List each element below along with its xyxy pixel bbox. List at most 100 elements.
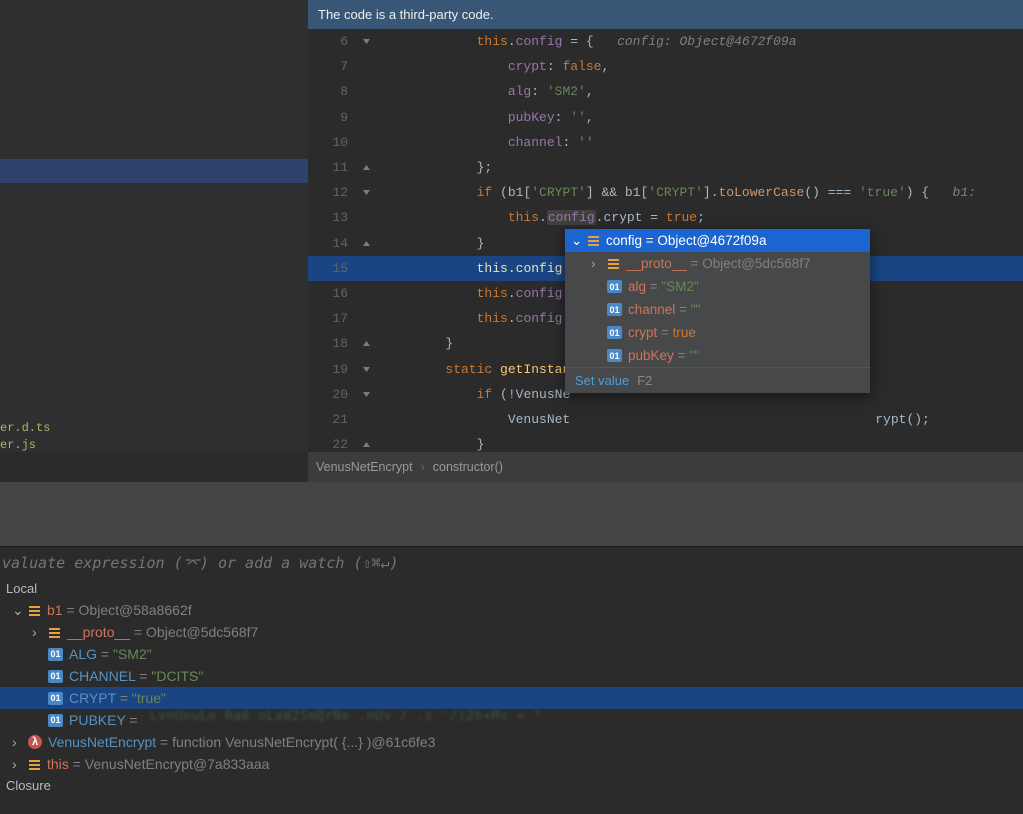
gutter-line[interactable]: 21 [308,407,383,432]
fold-open-icon[interactable] [350,37,383,46]
object-icon [587,234,600,247]
popup-property-row[interactable]: 01channel = "" [565,298,870,321]
debug-toolbar-strip [0,482,1023,546]
line-number: 14 [308,236,350,251]
gutter-line[interactable]: 13 [308,205,383,230]
gutter[interactable]: 6 7 8 9 10 11 12 13 14 15 16 17 18 19 20 21 22 [308,29,383,452]
line-number: 20 [308,387,350,402]
gutter-line[interactable]: 7 [308,54,383,79]
project-panel-highlight [0,159,308,183]
primitive-icon: 01 [607,280,622,293]
project-files[interactable]: er.d.ts er.js [0,420,50,454]
line-number: 21 [308,412,350,427]
line-number: 6 [308,34,350,49]
line-number: 7 [308,59,350,74]
fold-open-icon[interactable] [350,188,383,197]
gutter-line[interactable]: 9 [308,105,383,130]
popup-root-row[interactable]: ⌄ config = Object@4672f09a [565,229,870,252]
variable-row-pubkey[interactable]: 01 PUBKEY = LvnUnuLo Ra0 nLaW2SmQrNe .nU… [0,709,1023,731]
breadcrumb[interactable]: VenusNetEncrypt › constructor() [308,452,1023,482]
line-number: 8 [308,84,350,99]
gutter-line[interactable]: 8 [308,79,383,104]
gutter-line[interactable]: 6 [308,29,383,54]
file-item[interactable]: er.js [0,437,50,454]
object-icon [28,604,41,617]
line-number: 9 [308,110,350,125]
gutter-line[interactable]: 19 [308,356,383,381]
line-number: 18 [308,336,350,351]
chevron-down-icon[interactable]: ⌄ [12,602,22,619]
popup-proto-row[interactable]: › __proto__ = Object@5dc568f7 [565,252,870,275]
primitive-icon: 01 [48,648,63,661]
object-icon [48,626,61,639]
variable-row[interactable]: 01CRYPT = "true" [0,687,1023,709]
project-panel [0,0,308,452]
debug-variables-panel[interactable]: Local ⌄ b1 = Object@58a8662f › __proto__… [0,578,1023,814]
gutter-line[interactable]: 20 [308,382,383,407]
chevron-right-icon[interactable]: › [12,734,22,750]
gutter-line[interactable]: 16 [308,281,383,306]
gutter-line[interactable]: 11 [308,155,383,180]
gutter-line[interactable]: 18 [308,331,383,356]
gutter-line[interactable]: 14 [308,231,383,256]
popup-property-row[interactable]: 01alg = "SM2" [565,275,870,298]
primitive-icon: 01 [48,692,63,705]
line-number: 16 [308,286,350,301]
variable-row[interactable]: › λ VenusNetEncrypt = function VenusNetE… [0,731,1023,753]
fold-open-icon[interactable] [350,365,383,374]
breadcrumb-item[interactable]: constructor() [433,460,503,474]
primitive-icon: 01 [48,670,63,683]
fold-close-icon[interactable] [350,440,383,449]
variables-scope-header: Closure [0,775,1023,796]
variable-row[interactable]: ⌄ b1 = Object@58a8662f [0,599,1023,621]
variables-scope-header: Local [0,578,1023,599]
primitive-icon: 01 [607,326,622,339]
watch-bar[interactable] [0,546,1023,580]
gutter-line[interactable]: 15 [308,256,383,281]
gutter-line[interactable]: 17 [308,306,383,331]
gutter-line[interactable]: 10 [308,130,383,155]
variable-row[interactable]: 01ALG = "SM2" [0,643,1023,665]
breadcrumb-item[interactable]: VenusNetEncrypt [316,460,413,474]
blurred-value: LvnUnuLo Ra0 nLaW2SmQrNe .nUv / .i '/i26… [0,709,1023,724]
popup-property-row[interactable]: 01pubKey = "" [565,344,870,367]
code-line[interactable]: VenusNetrypt(); [383,407,1023,432]
code-line[interactable]: }; [383,155,1023,180]
file-item[interactable]: er.d.ts [0,420,50,437]
keyboard-shortcut: F2 [637,373,652,388]
evaluate-expression-input[interactable] [0,553,1023,573]
code-line[interactable]: channel: '' [383,130,1023,155]
chevron-right-icon: › [421,460,425,474]
gutter-line[interactable]: 12 [308,180,383,205]
variable-row[interactable]: 01CHANNEL = "DCITS" [0,665,1023,687]
lambda-icon: λ [28,735,42,749]
code-line[interactable]: alg: 'SM2', [383,79,1023,104]
variable-row[interactable]: › this = VenusNetEncrypt@7a833aaa [0,753,1023,775]
fold-open-icon[interactable] [350,390,383,399]
chevron-right-icon[interactable]: › [12,756,22,772]
chevron-right-icon[interactable]: › [591,256,601,271]
popup-footer[interactable]: Set value F2 [565,367,870,393]
variable-row[interactable]: › __proto__ = Object@5dc568f7 [0,621,1023,643]
third-party-banner: The code is a third-party code. [308,0,1023,29]
fold-close-icon[interactable] [350,339,383,348]
chevron-down-icon[interactable]: ⌄ [571,233,581,249]
debug-value-popup[interactable]: ⌄ config = Object@4672f09a › __proto__ =… [565,229,870,393]
fold-close-icon[interactable] [350,163,383,172]
line-number: 13 [308,210,350,225]
line-number: 19 [308,362,350,377]
code-line[interactable]: pubKey: '', [383,105,1023,130]
code-line[interactable]: crypt: false, [383,54,1023,79]
line-number: 12 [308,185,350,200]
chevron-right-icon[interactable]: › [32,624,42,640]
line-number: 10 [308,135,350,150]
code-line[interactable]: this.config = { config: Object@4672f09a [383,29,1023,54]
popup-property-row[interactable]: 01crypt = true [565,321,870,344]
code-line[interactable]: this.config.crypt = true; [383,205,1023,230]
fold-close-icon[interactable] [350,239,383,248]
line-number: 17 [308,311,350,326]
object-icon [28,758,41,771]
set-value-link[interactable]: Set value [575,373,629,388]
code-line[interactable]: if (b1['CRYPT'] && b1['CRYPT'].toLowerCa… [383,180,1023,205]
line-number: 22 [308,437,350,452]
